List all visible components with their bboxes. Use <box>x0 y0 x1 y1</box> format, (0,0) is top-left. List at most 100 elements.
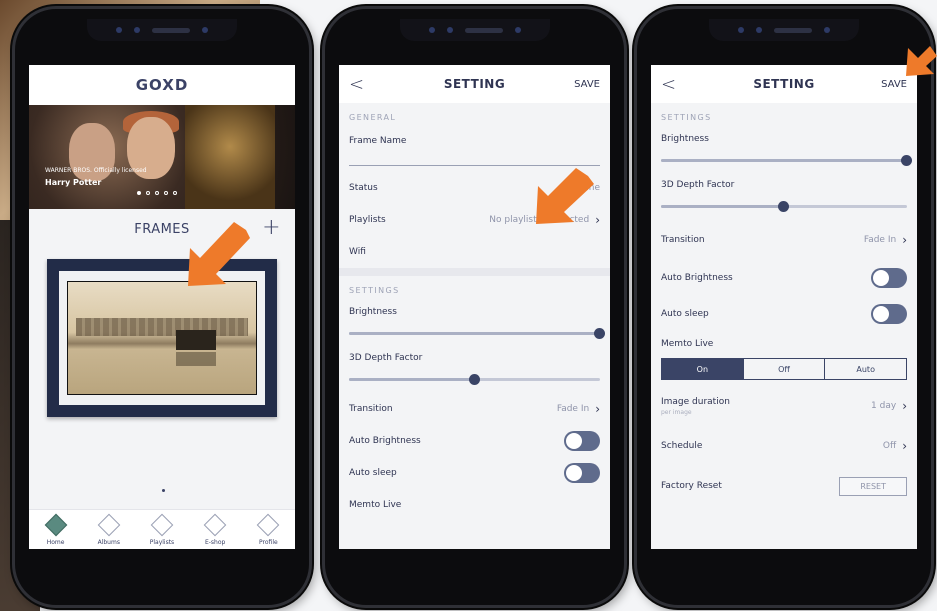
transition-value: Fade In <box>863 235 897 245</box>
chevron-left-icon[interactable]: < <box>661 74 691 95</box>
chevron-left-icon[interactable]: < <box>349 74 379 95</box>
playlists-icon <box>150 513 174 537</box>
depth-factor-label: 3D Depth Factor <box>349 353 423 363</box>
frame-card[interactable] <box>47 259 277 417</box>
wifi-label: Wifi <box>349 247 366 257</box>
image-duration-label: Image duration <box>661 396 730 407</box>
carousel-dots[interactable] <box>137 191 177 195</box>
schedule-label: Schedule <box>661 441 703 451</box>
frame-name-field[interactable]: Frame Name <box>339 128 610 172</box>
image-duration-value-group: 1 day › <box>871 399 907 413</box>
schedule-value: Off <box>882 441 897 451</box>
slider-fill <box>349 378 475 381</box>
depth-factor-slider[interactable]: 3D Depth Factor <box>651 174 917 220</box>
auto-sleep-toggle[interactable] <box>871 304 907 324</box>
section-divider <box>339 268 610 276</box>
transition-row[interactable]: Transition Fade In › <box>651 220 917 260</box>
camera-icon <box>116 27 122 33</box>
auto-sleep-toggle[interactable] <box>564 463 600 483</box>
playlists-label: Playlists <box>349 215 386 225</box>
auto-brightness-row: Auto Brightness <box>651 260 917 296</box>
transition-value-group: Fade In › <box>557 402 600 416</box>
eshop-icon <box>203 513 227 537</box>
sensor-icon <box>514 27 521 33</box>
slider-fill <box>661 205 784 208</box>
auto-sleep-label: Auto sleep <box>349 468 397 478</box>
auto-brightness-toggle[interactable] <box>871 268 907 288</box>
frames-header: FRAMES + <box>29 209 295 249</box>
depth-factor-slider[interactable]: 3D Depth Factor <box>339 347 610 393</box>
home-icon <box>44 513 67 537</box>
photo-trees <box>76 318 248 336</box>
slider-knob[interactable] <box>468 374 480 385</box>
status-value: Offline <box>570 183 600 193</box>
segment-auto[interactable]: Auto <box>825 359 906 379</box>
memto-live-label-row: Memto Live <box>651 332 917 356</box>
tab-label: Profile <box>259 539 278 546</box>
sensor-icon <box>202 27 208 33</box>
carousel-dot[interactable] <box>137 191 141 195</box>
factory-reset-label: Factory Reset <box>661 481 722 491</box>
plus-icon[interactable]: + <box>262 215 281 240</box>
brightness-slider[interactable]: Brightness <box>651 128 917 174</box>
schedule-value-group: Off › <box>883 439 907 453</box>
wifi-row[interactable]: Wifi <box>339 236 610 268</box>
slider-knob[interactable] <box>594 328 605 339</box>
phone-notch <box>709 19 859 41</box>
phone-settings-detail: < SETTING SAVE SETTINGS Brightness 3D De… <box>634 6 934 608</box>
status-row: Status Offline <box>339 172 610 204</box>
reset-button[interactable]: RESET <box>839 476 907 496</box>
carousel-dot[interactable] <box>173 191 177 195</box>
home-screen: GOXD WARNER BROS. Officially licensed Ha… <box>29 65 295 549</box>
section-header-settings: SETTINGS <box>661 113 712 122</box>
carousel-dot[interactable] <box>164 191 168 195</box>
auto-brightness-toggle[interactable] <box>564 431 600 451</box>
memto-live-label: Memto Live <box>661 339 714 349</box>
chevron-right-icon: › <box>902 399 907 413</box>
tab-profile[interactable]: Profile <box>243 512 293 546</box>
hero-badge: WARNER BROS. Officially licensed <box>45 167 147 174</box>
carousel-dot[interactable] <box>155 191 159 195</box>
speaker-icon <box>152 27 190 33</box>
transition-value-group: Fade In › <box>864 233 907 247</box>
schedule-row[interactable]: Schedule Off › <box>651 426 917 466</box>
photo-houseboat <box>176 330 216 350</box>
tab-label: Albums <box>97 539 120 546</box>
transition-row[interactable]: Transition Fade In › <box>339 393 610 425</box>
segment-on[interactable]: On <box>662 359 744 379</box>
hero-decoration <box>185 105 275 209</box>
tab-label: E-shop <box>204 539 226 546</box>
tab-playlists[interactable]: Playlists <box>137 512 187 546</box>
memto-live-row-partial: Memto Live <box>339 489 610 521</box>
auto-brightness-row: Auto Brightness <box>339 425 610 457</box>
depth-factor-label: 3D Depth Factor <box>661 180 735 190</box>
photo-reflection <box>176 352 216 366</box>
section-header-settings: SETTINGS <box>349 286 400 295</box>
image-duration-row[interactable]: Image duration per image 1 day › <box>651 386 917 426</box>
carousel-dot[interactable] <box>146 191 150 195</box>
chevron-right-icon: › <box>595 402 600 416</box>
tab-eshop[interactable]: E-shop <box>190 512 240 546</box>
settings-screen: < SETTING SAVE GENERAL Frame Name Status… <box>339 65 610 549</box>
tab-albums[interactable]: Albums <box>84 512 134 546</box>
auto-sleep-row: Auto sleep <box>651 296 917 332</box>
phone-settings-general: < SETTING SAVE GENERAL Frame Name Status… <box>322 6 627 608</box>
playlists-row[interactable]: Playlists No playlist(s) selected › <box>339 204 610 236</box>
frame-mat <box>59 271 265 405</box>
page-title: SETTING <box>443 77 506 91</box>
factory-reset-row: Factory Reset RESET <box>651 466 917 506</box>
hero-banner[interactable]: WARNER BROS. Officially licensed Harry P… <box>29 105 295 209</box>
tab-home[interactable]: Home <box>31 512 81 546</box>
image-duration-value: 1 day <box>871 401 897 411</box>
save-button[interactable]: SAVE <box>570 79 600 90</box>
slider-knob[interactable] <box>778 201 789 212</box>
segment-off[interactable]: Off <box>744 359 826 379</box>
memto-live-label: Memto Live <box>349 500 402 510</box>
phone-notch <box>87 19 237 41</box>
brightness-slider[interactable]: Brightness <box>339 301 610 347</box>
slider-knob[interactable] <box>901 155 912 166</box>
save-button[interactable]: SAVE <box>877 79 907 90</box>
nav-bar: < SETTING SAVE <box>339 65 610 103</box>
frame-name-label: Frame Name <box>349 136 407 146</box>
chevron-right-icon: › <box>595 213 600 227</box>
